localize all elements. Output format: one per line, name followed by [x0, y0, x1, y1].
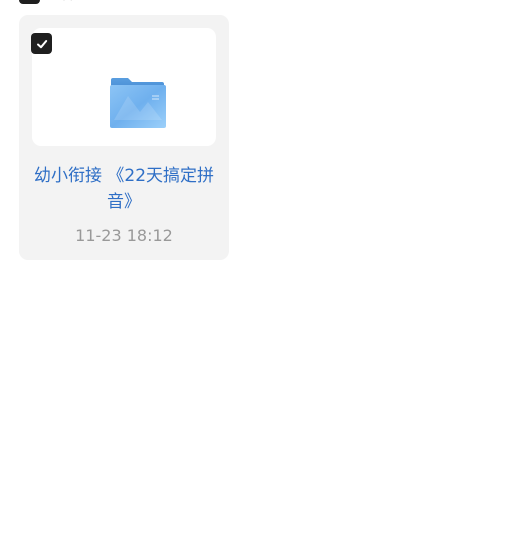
file-card[interactable]: 幼小衔接 《22天搞定拼音》 11-23 18:12	[19, 15, 229, 260]
file-select-checkbox[interactable]	[31, 33, 52, 54]
file-grid-page: 全部	[0, 0, 511, 535]
folder-icon	[110, 78, 166, 128]
select-all-checkbox[interactable]	[19, 0, 40, 4]
select-all-label: 全部	[48, 0, 76, 2]
file-name[interactable]: 幼小衔接 《22天搞定拼音》	[19, 163, 229, 215]
file-date: 11-23 18:12	[75, 226, 173, 245]
file-thumbnail[interactable]	[32, 28, 216, 146]
check-icon	[36, 39, 47, 48]
